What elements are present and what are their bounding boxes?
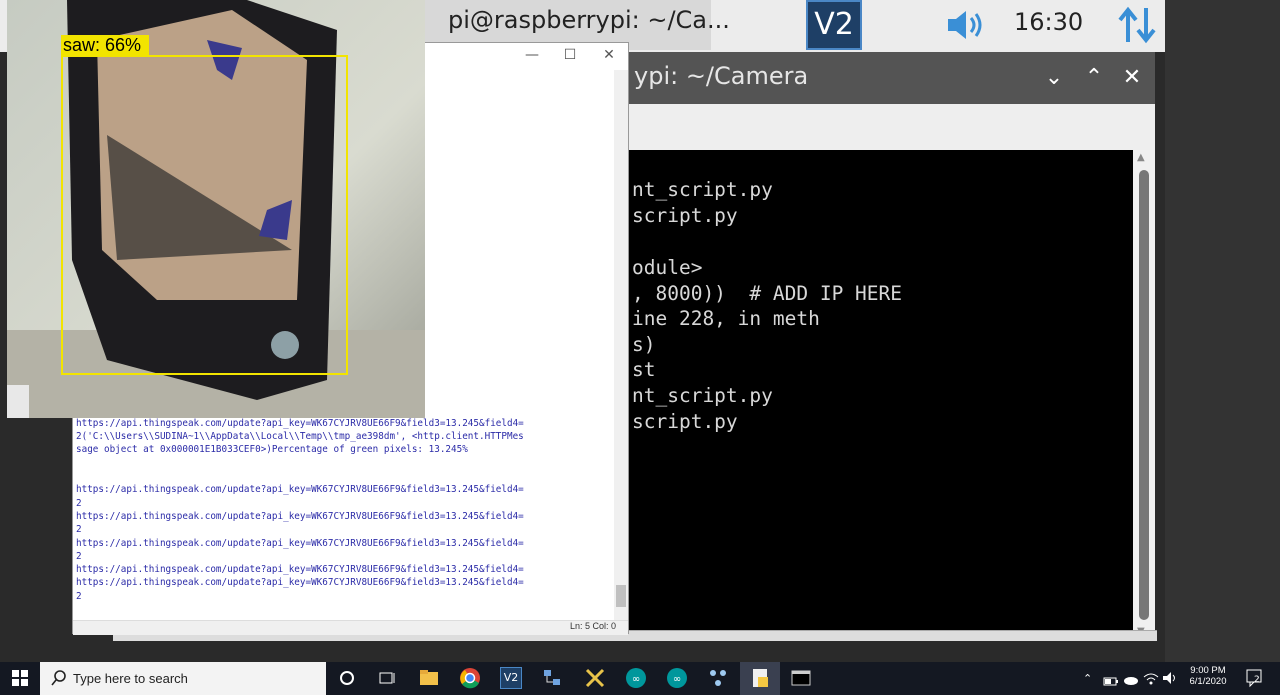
- shell-close-button[interactable]: ✕: [597, 44, 621, 66]
- pi-taskbar-button-label: pi@raspberrypi: ~/Ca...: [448, 6, 730, 34]
- wifi-icon[interactable]: [1143, 670, 1159, 689]
- terminal-line: odule>: [632, 256, 703, 279]
- terminal-line: st: [632, 358, 656, 381]
- shell-output-line: https://api.thingspeak.com/update?api_ke…: [76, 484, 524, 496]
- command-prompt-icon[interactable]: [790, 667, 812, 689]
- shell-output-line: https://api.thingspeak.com/update?api_ke…: [76, 564, 524, 576]
- shell-output-line: 2('C:\\Users\\SUDINA~1\\AppData\\Local\\…: [76, 431, 524, 443]
- scroll-up-icon[interactable]: ▲: [1137, 152, 1145, 163]
- taskbar-clock[interactable]: 9:00 PM 6/1/2020: [1175, 665, 1241, 687]
- shell-output-line: sage object at 0x000001E1B033CEF0>)Perce…: [76, 444, 468, 456]
- shell-output-line: https://api.thingspeak.com/update?api_ke…: [76, 510, 524, 522]
- terminal-scrollbar-thumb[interactable]: [1139, 170, 1149, 620]
- volume-icon[interactable]: [944, 8, 988, 42]
- search-icon: [51, 670, 67, 690]
- terminal-close-button[interactable]: ✕: [1118, 64, 1146, 92]
- shell-output-line: 2: [76, 590, 82, 602]
- taskbar-date: 6/1/2020: [1189, 676, 1227, 687]
- svg-text:∞: ∞: [673, 674, 681, 685]
- terminal-title: ypi: ~/Camera: [634, 62, 809, 90]
- shell-output-line: 2: [76, 550, 82, 562]
- shell-statusbar: [73, 620, 628, 635]
- network-transfer-icon[interactable]: [1116, 4, 1158, 46]
- cortana-icon[interactable]: [336, 667, 358, 689]
- svg-text:∞: ∞: [632, 674, 640, 685]
- file-explorer-icon[interactable]: [418, 667, 440, 689]
- shell-output-line: 2: [76, 524, 82, 536]
- terminal-line: ine 228, in meth: [632, 307, 820, 330]
- python-idle-icon[interactable]: [749, 667, 771, 689]
- onedrive-icon[interactable]: [1123, 671, 1139, 690]
- windows-start-icon[interactable]: [12, 670, 28, 690]
- vnc-icon[interactable]: V2: [806, 0, 862, 50]
- vnc-viewer-taskbar-icon[interactable]: V2: [500, 667, 522, 689]
- pi-clock: 16:30: [1014, 8, 1084, 36]
- taskbar-time: 9:00 PM: [1190, 665, 1226, 676]
- chrome-icon[interactable]: [459, 667, 481, 689]
- arduino-icon[interactable]: ∞: [625, 667, 647, 689]
- shell-cursor-position: Ln: 5 Col: 0: [570, 621, 617, 631]
- shell-output-line: https://api.thingspeak.com/update?api_ke…: [76, 417, 524, 429]
- desktop-background: [1165, 0, 1280, 662]
- terminal-minimize-button[interactable]: ⌄: [1040, 64, 1068, 92]
- network-tool-icon[interactable]: [707, 667, 729, 689]
- tools-icon[interactable]: [584, 667, 606, 689]
- shell-output-line: 2: [76, 497, 82, 509]
- shell-maximize-button[interactable]: ☐: [558, 44, 582, 66]
- terminal-line: s): [632, 333, 656, 356]
- detection-bounding-box: [61, 55, 348, 375]
- network-app-icon[interactable]: [541, 667, 563, 689]
- terminal-line: nt_script.py: [632, 384, 773, 407]
- task-view-icon[interactable]: [376, 667, 398, 689]
- notification-count: 2: [1254, 675, 1260, 685]
- terminal-line: , 8000)) # ADD IP HERE: [632, 282, 903, 305]
- detection-label: saw: 66%: [63, 35, 142, 55]
- terminal-line: nt_script.py: [632, 178, 773, 201]
- terminal-line: script.py: [632, 410, 738, 433]
- arduino-second-icon[interactable]: ∞: [666, 667, 688, 689]
- shell-output-line: https://api.thingspeak.com/update?api_ke…: [76, 537, 524, 549]
- terminal-line: script.py: [632, 204, 738, 227]
- shell-scrollbar[interactable]: [614, 70, 628, 620]
- shell-output-line: https://api.thingspeak.com/update?api_ke…: [76, 577, 524, 589]
- terminal-maximize-button[interactable]: ⌃: [1080, 64, 1108, 92]
- tray-expand-icon[interactable]: ⌃: [1083, 672, 1092, 685]
- shell-minimize-button[interactable]: —: [520, 44, 544, 66]
- search-placeholder: Type here to search: [73, 671, 188, 686]
- battery-icon[interactable]: [1103, 672, 1119, 691]
- shell-scrollbar-thumb[interactable]: [616, 585, 626, 607]
